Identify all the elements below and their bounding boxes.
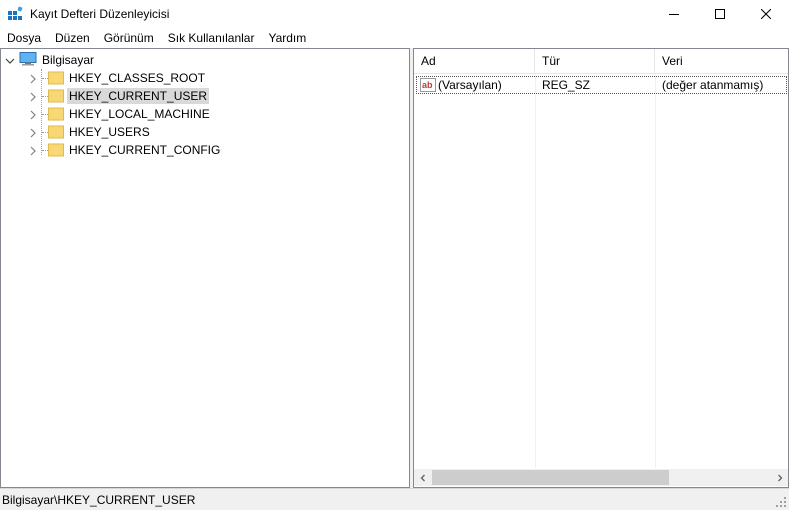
menu-favorites[interactable]: Sık Kullanılanlar <box>161 29 262 48</box>
column-header-name[interactable]: Ad <box>414 49 535 74</box>
tree-label: HKEY_CLASSES_ROOT <box>69 71 206 85</box>
minimize-button[interactable] <box>651 0 697 29</box>
menu-view[interactable]: Görünüm <box>97 29 161 48</box>
list-header: Ad Tür Veri <box>414 49 788 74</box>
folder-icon <box>48 143 64 157</box>
horizontal-scrollbar[interactable] <box>414 469 788 486</box>
column-divider <box>535 74 536 468</box>
chevron-right-icon <box>776 471 784 485</box>
minimize-icon <box>669 8 679 22</box>
tree-label: Bilgisayar <box>42 53 95 67</box>
tree-label-selected: HKEY_CURRENT_USER <box>67 88 210 104</box>
tree-item-hkcc[interactable]: HKEY_CURRENT_CONFIG <box>28 141 222 159</box>
column-divider <box>655 74 656 468</box>
tree-connector <box>42 113 48 115</box>
tree-label: HKEY_LOCAL_MACHINE <box>69 107 210 121</box>
maximize-button[interactable] <box>697 0 743 29</box>
folder-icon <box>48 89 64 103</box>
close-icon <box>760 8 772 22</box>
tree-connector <box>42 77 48 79</box>
menu-bar: Dosya Düzen Görünüm Sık Kullanılanlar Ya… <box>0 29 789 48</box>
tree-item-hku[interactable]: HKEY_USERS <box>28 123 152 141</box>
chevron-left-icon <box>419 471 427 485</box>
tree-connector <box>42 95 48 97</box>
menu-help[interactable]: Yardım <box>261 29 313 48</box>
computer-icon <box>19 51 37 69</box>
tree-connector <box>42 149 48 151</box>
folder-icon <box>48 71 64 85</box>
status-path: Bilgisayar\HKEY_CURRENT_USER <box>2 493 196 507</box>
value-data: (değer atanmamış) <box>662 78 764 92</box>
tree-label: HKEY_USERS <box>69 125 150 139</box>
tree-connector <box>42 131 48 133</box>
chevron-down-icon[interactable] <box>5 55 15 65</box>
table-row[interactable]: ab (Varsayılan) REG_SZ (değer atanmamış) <box>416 76 787 94</box>
menu-file[interactable]: Dosya <box>0 29 48 48</box>
value-type: REG_SZ <box>542 78 591 92</box>
tree-item-computer[interactable]: Bilgisayar <box>5 51 96 69</box>
string-value-icon: ab <box>420 78 436 92</box>
folder-icon <box>48 125 64 139</box>
tree-label: HKEY_CURRENT_CONFIG <box>69 143 221 157</box>
chevron-right-icon[interactable] <box>28 73 38 84</box>
values-list[interactable]: Ad Tür Veri ab (Varsayılan) REG_SZ (değe… <box>413 48 789 488</box>
registry-editor-icon <box>7 6 23 22</box>
tree-item-hkcu[interactable]: HKEY_CURRENT_USER <box>28 87 210 105</box>
chevron-right-icon[interactable] <box>28 109 38 120</box>
scroll-thumb[interactable] <box>432 470 669 485</box>
close-button[interactable] <box>743 0 789 29</box>
resize-grip-icon[interactable] <box>775 496 787 508</box>
maximize-icon <box>715 8 725 22</box>
menu-edit[interactable]: Düzen <box>48 29 97 48</box>
title-bar: Kayıt Defteri Düzenleyicisi <box>0 0 789 29</box>
tree-item-hkcr[interactable]: HKEY_CLASSES_ROOT <box>28 69 207 87</box>
scroll-right-button[interactable] <box>771 469 788 486</box>
tree-item-hklm[interactable]: HKEY_LOCAL_MACHINE <box>28 105 212 123</box>
registry-tree[interactable]: Bilgisayar HKEY_CLASSES_ROOT HKEY_CURREN… <box>0 48 410 488</box>
column-header-data[interactable]: Veri <box>655 49 788 74</box>
scroll-left-button[interactable] <box>414 469 431 486</box>
chevron-right-icon[interactable] <box>28 91 38 102</box>
status-bar: Bilgisayar\HKEY_CURRENT_USER <box>0 488 789 510</box>
value-name: (Varsayılan) <box>438 78 502 92</box>
folder-icon <box>48 107 64 121</box>
column-header-type[interactable]: Tür <box>535 49 655 74</box>
window-title: Kayıt Defteri Düzenleyicisi <box>30 7 170 21</box>
chevron-right-icon[interactable] <box>28 145 38 156</box>
chevron-right-icon[interactable] <box>28 127 38 138</box>
svg-text:ab: ab <box>422 80 433 90</box>
